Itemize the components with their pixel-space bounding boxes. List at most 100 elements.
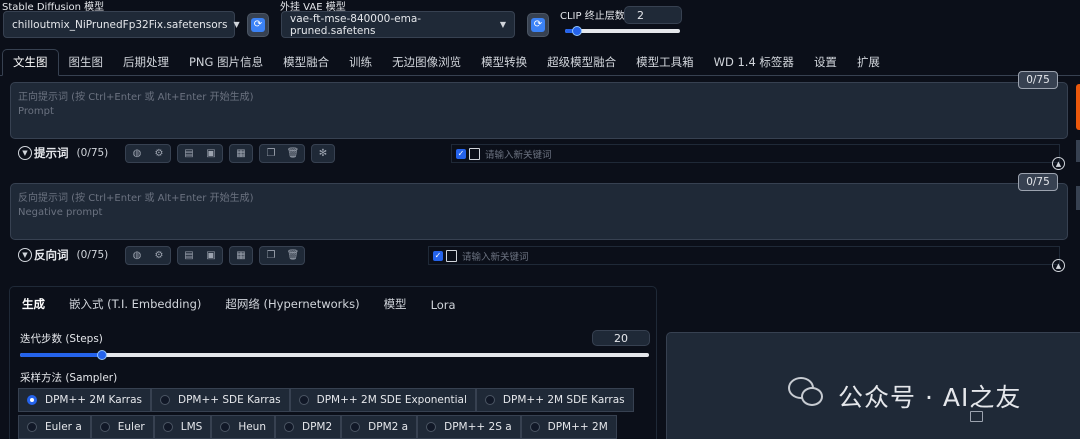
sd-model-select[interactable]: chilloutmix_NiPrunedFp32Fix.safetensors … (3, 11, 240, 38)
copy-icon[interactable]: ❐ (260, 247, 282, 264)
negative-toolbar-title: 反向词 (34, 248, 69, 262)
sampler-option-label: Heun (238, 421, 266, 433)
steps-number-input[interactable]: 20 (592, 330, 650, 346)
collapse-up-icon[interactable]: ▲ (1052, 157, 1065, 170)
gear-icon[interactable]: ⚙ (148, 145, 170, 162)
radio-icon (99, 422, 110, 432)
tab-10[interactable]: WD 1.4 标签器 (704, 54, 804, 75)
tool-group-3: ▦ (229, 246, 253, 265)
sampler-option[interactable]: DPM++ 2M SDE Exponential (289, 388, 476, 412)
radio-icon (298, 395, 309, 405)
image-icon[interactable]: ▦ (230, 247, 252, 264)
collapse-up-icon[interactable]: ▲ (1052, 259, 1065, 272)
prompt-toolbar: ▼ 提示词 (0/75) (18, 145, 108, 161)
radio-icon (162, 422, 173, 432)
checkbox-checked-icon[interactable]: ✓ (456, 148, 466, 159)
sampler-option-label: DPM++ SDE Karras (177, 394, 281, 406)
prompt-keyword-field[interactable]: ✓ 请输入新关键词 (451, 144, 1060, 163)
negative-keyword-field[interactable]: ✓ 请输入新关键词 (428, 246, 1060, 265)
subtab-3[interactable]: 模型 (372, 296, 419, 315)
sampler-option[interactable]: Heun (211, 415, 275, 439)
clip-number-input[interactable]: 2 (624, 6, 682, 24)
trash-icon[interactable]: 🗑 (282, 145, 304, 162)
wechat-logo-icon (788, 377, 828, 413)
tab-3[interactable]: PNG 图片信息 (179, 54, 273, 75)
trash-icon[interactable]: 🗑 (282, 247, 304, 264)
sampler-row-1: DPM++ 2M Karras DPM++ SDE Karras DPM++ 2M … (18, 388, 634, 412)
tab-12[interactable]: 扩展 (847, 54, 890, 75)
negative-placeholder: Negative prompt (18, 207, 103, 218)
tab-5[interactable]: 训练 (339, 54, 382, 75)
globe-icon[interactable]: ◍ (126, 145, 148, 162)
tab-0[interactable]: 文生图 (2, 49, 59, 76)
subtab-0[interactable]: 生成 (10, 296, 57, 315)
tool-group-1: ◍ ⚙ (125, 144, 171, 163)
prompt-toolbar-count: (0/75) (76, 147, 109, 159)
tab-11[interactable]: 设置 (804, 54, 847, 75)
tool-group-5: ✻ (311, 144, 335, 163)
bookmark-icon[interactable]: ▣ (200, 247, 222, 264)
subtab-2[interactable]: 超网络 (Hypernetworks) (213, 296, 371, 315)
sampler-option[interactable]: DPM2 a (341, 415, 418, 439)
prompt-textarea[interactable]: 正向提示词 (按 Ctrl+Enter 或 Alt+Enter 开始生成) Pr… (10, 82, 1068, 139)
sampler-option-label: DPM++ 2M SDE Karras (502, 394, 625, 406)
copy-icon[interactable]: ❐ (260, 145, 282, 162)
checkbox-checked-icon[interactable]: ✓ (433, 250, 443, 261)
sampler-option[interactable]: DPM2 (275, 415, 342, 439)
sampler-option[interactable]: DPM++ 2S a (417, 415, 521, 439)
clip-slider[interactable] (565, 29, 680, 33)
side-button[interactable] (1076, 140, 1080, 162)
side-button-2[interactable] (1076, 186, 1080, 210)
steps-slider-handle[interactable] (97, 350, 107, 360)
sampler-option[interactable]: DPM++ 2M SDE Karras (475, 388, 634, 412)
chevron-down-icon[interactable]: ▼ (18, 248, 32, 262)
refresh-sd-model-button[interactable]: ⟳ (247, 13, 269, 37)
book-icon[interactable] (446, 249, 457, 262)
bookmark-icon[interactable]: ▣ (200, 145, 222, 162)
steps-slider-fill (20, 353, 102, 357)
tab-4[interactable]: 模型融合 (273, 54, 339, 75)
steps-slider[interactable] (20, 353, 649, 357)
gear-icon[interactable]: ⚙ (148, 247, 170, 264)
refresh-icon: ⟳ (531, 18, 545, 32)
radio-icon (484, 395, 495, 405)
sampler-option[interactable]: DPM++ 2M (520, 415, 617, 439)
chevron-down-icon[interactable]: ▼ (18, 146, 32, 160)
refresh-vae-button[interactable]: ⟳ (527, 13, 549, 37)
tab-6[interactable]: 无边图像浏览 (382, 54, 471, 75)
tab-8[interactable]: 超级模型融合 (537, 54, 626, 75)
negative-toolbar: ▼ 反向词 (0/75) (18, 247, 108, 263)
radio-icon (426, 422, 437, 432)
tool-group-4: ❐ 🗑 (259, 246, 305, 265)
book-icon[interactable] (469, 147, 480, 160)
sampler-option[interactable]: DPM++ SDE Karras (150, 388, 290, 412)
subtab-4[interactable]: Lora (419, 298, 468, 315)
settings-icon[interactable]: ✻ (312, 145, 334, 162)
sampler-option-label: DPM2 a (368, 421, 409, 433)
prompt-keyword-placeholder: 请输入新关键词 (485, 149, 552, 161)
clipboard-icon[interactable]: ▤ (178, 247, 200, 264)
clipboard-icon[interactable]: ▤ (178, 145, 200, 162)
tab-9[interactable]: 模型工具箱 (626, 54, 704, 75)
image-icon[interactable]: ▦ (230, 145, 252, 162)
sampler-option[interactable]: DPM++ 2M Karras (18, 388, 151, 412)
radio-icon (27, 422, 37, 432)
chevron-down-icon: ▼ (233, 20, 240, 29)
tool-group-2: ▤ ▣ (177, 246, 223, 265)
tool-group-4: ❐ 🗑 (259, 144, 305, 163)
vae-select[interactable]: vae-ft-mse-840000-ema-pruned.safetens ▼ (281, 11, 515, 38)
tab-7[interactable]: 模型转换 (471, 54, 537, 75)
negative-prompt-textarea[interactable]: 反向提示词 (按 Ctrl+Enter 或 Alt+Enter 开始生成) Ne… (10, 183, 1068, 240)
globe-icon[interactable]: ◍ (126, 247, 148, 264)
image-icon (970, 411, 983, 422)
sampler-option[interactable]: Euler (90, 415, 154, 439)
main-tab-bar: 文生图 图生图 后期处理 PNG 图片信息 模型融合 训练 无边图像浏览 模型转换 超级模型融合… (0, 49, 1080, 76)
tab-2[interactable]: 后期处理 (113, 54, 179, 75)
clip-slider-handle[interactable] (572, 26, 582, 36)
generate-button[interactable] (1076, 84, 1080, 130)
sampler-option[interactable]: Euler a (18, 415, 91, 439)
sd-model-value: chilloutmix_NiPrunedFp32Fix.safetensors (12, 18, 228, 31)
sampler-option[interactable]: LMS (153, 415, 212, 439)
tab-1[interactable]: 图生图 (59, 54, 114, 75)
subtab-1[interactable]: 嵌入式 (T.I. Embedding) (57, 296, 213, 315)
